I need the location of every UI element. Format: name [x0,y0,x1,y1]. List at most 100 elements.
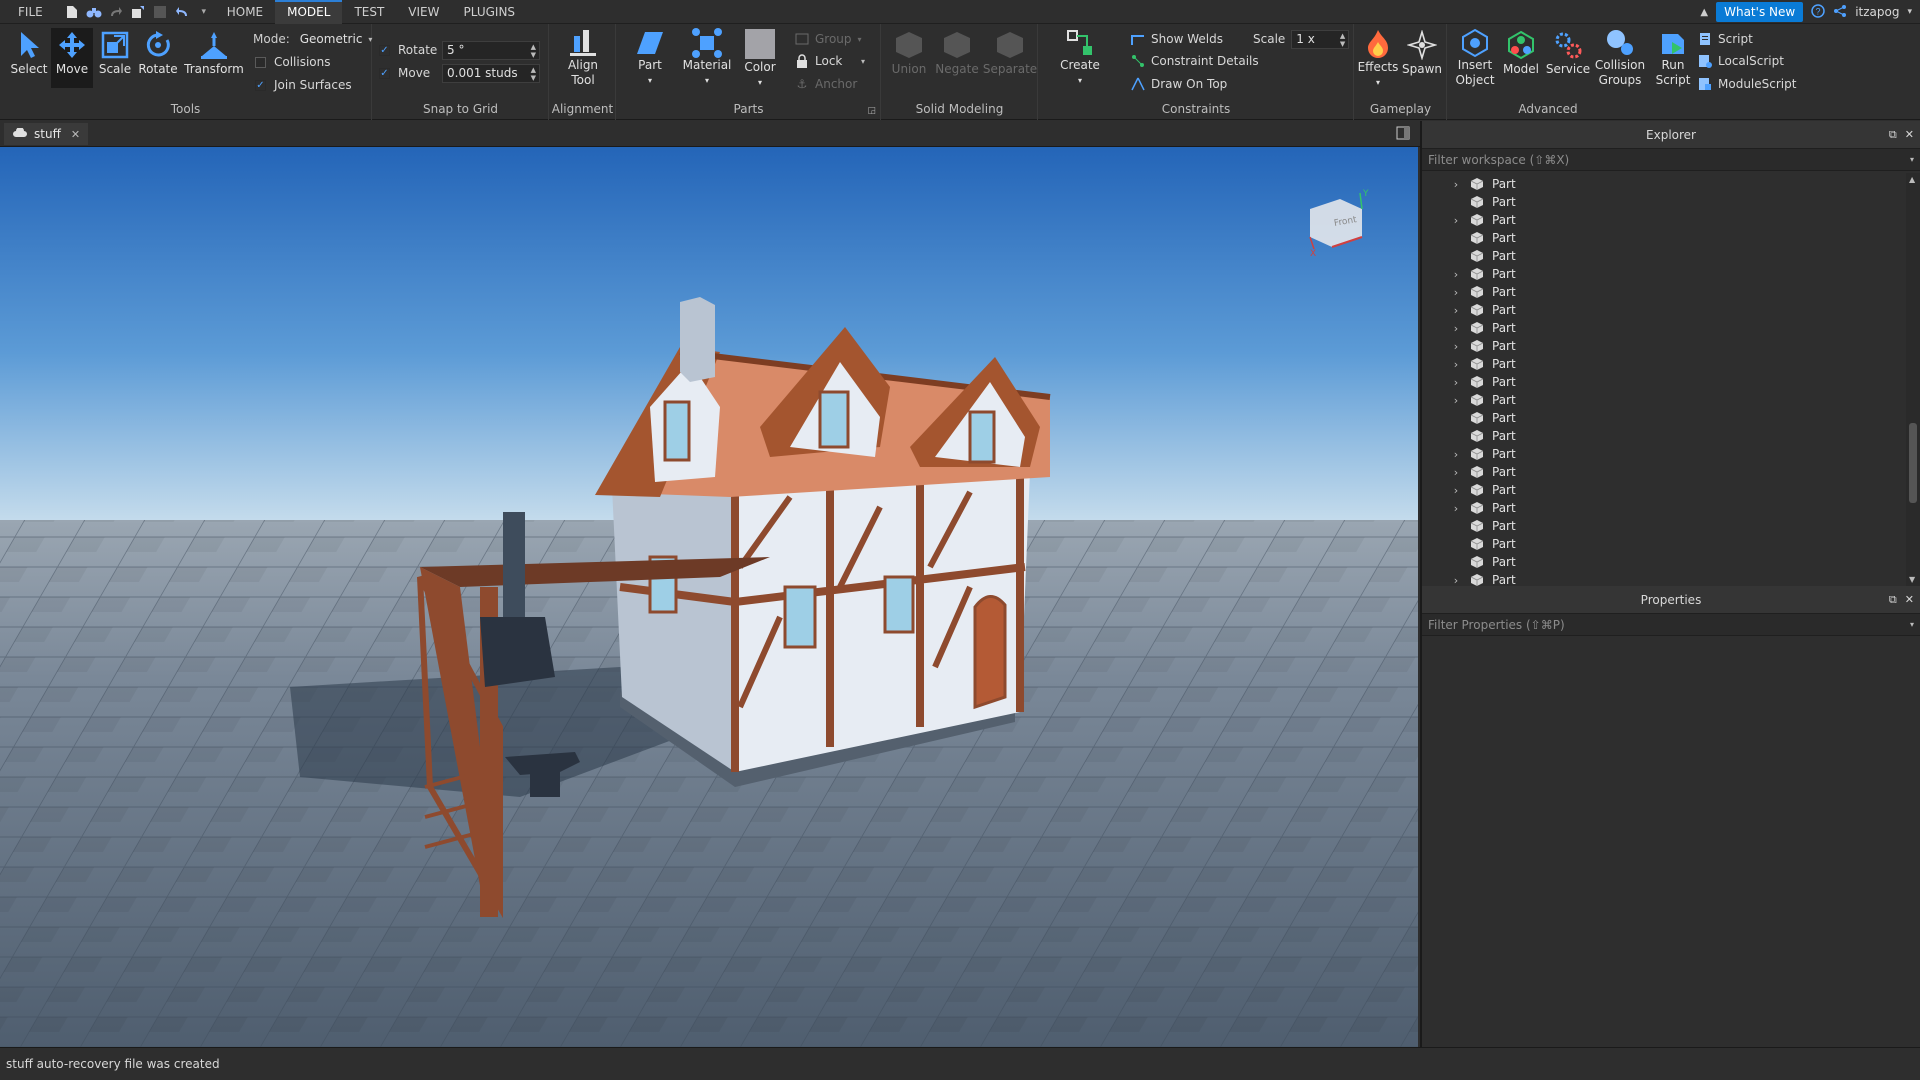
scale-tool-button[interactable]: Scale [94,28,136,88]
share-icon[interactable] [1833,4,1847,21]
view-cube[interactable]: Front X Y [1300,189,1370,259]
expand-chevron-icon[interactable]: › [1448,268,1464,281]
properties-filter-input[interactable]: Filter Properties (⇧⌘P) ▾ [1422,614,1920,636]
rotate-tool-button[interactable]: Rotate [137,28,179,88]
expand-chevron-icon[interactable]: › [1448,574,1464,587]
part-button[interactable]: Part ▾ [629,28,671,88]
snap-move-input[interactable]: 0.001 studs ▲ ▼ [442,63,540,83]
explorer-item-part[interactable]: Part [1422,427,1906,445]
whats-new-button[interactable]: What's New [1716,2,1804,22]
select-tool-button[interactable]: Select [8,28,50,88]
explorer-item-part[interactable]: › Part [1422,211,1906,229]
explorer-item-part[interactable]: › Part [1422,265,1906,283]
scroll-down-icon[interactable]: ▼ [1909,575,1915,584]
align-tool-button[interactable]: Align Tool [562,28,604,88]
union-button[interactable]: Union [888,28,930,88]
explorer-item-part[interactable]: › Part [1422,283,1906,301]
username-label[interactable]: itzapog [1855,5,1899,19]
tab-view[interactable]: VIEW [396,0,451,24]
expand-chevron-icon[interactable]: › [1448,502,1464,515]
tab-model[interactable]: MODEL [275,0,343,24]
properties-undock-icon[interactable]: ⧉ [1889,586,1897,614]
explorer-item-part[interactable]: › Part [1422,499,1906,517]
stop-icon[interactable] [152,4,168,20]
redo-arrow-icon[interactable] [108,4,124,20]
expand-chevron-icon[interactable]: › [1448,322,1464,335]
tab-home[interactable]: HOME [215,0,275,24]
tab-plugins[interactable]: PLUGINS [452,0,528,24]
expand-chevron-icon[interactable]: › [1448,340,1464,353]
transform-tool-button[interactable]: Transform [184,28,244,88]
expand-chevron-icon[interactable]: › [1448,484,1464,497]
toggle-panel-icon[interactable] [1396,126,1410,143]
explorer-item-part[interactable]: › Part [1422,355,1906,373]
expand-chevron-icon[interactable]: › [1448,214,1464,227]
create-constraint-button[interactable]: Create ▾ [1059,28,1101,88]
color-button[interactable]: Color ▾ [739,28,781,88]
binoculars-icon[interactable] [86,4,102,20]
explorer-item-part[interactable]: Part [1422,409,1906,427]
expand-chevron-icon[interactable]: › [1448,448,1464,461]
snap-rotate-spinner-icon[interactable]: ▲ ▼ [531,43,536,59]
collisions-row[interactable]: Collisions [255,52,331,72]
explorer-item-part[interactable]: › Part [1422,463,1906,481]
expand-chevron-icon[interactable]: › [1448,376,1464,389]
expand-chevron-icon[interactable]: › [1448,358,1464,371]
explorer-item-part[interactable]: Part [1422,517,1906,535]
explorer-item-part[interactable]: Part [1422,553,1906,571]
user-menu-chevron-icon[interactable]: ▾ [1907,7,1912,17]
help-icon[interactable]: ? [1811,3,1825,21]
explorer-item-part[interactable]: Part [1422,229,1906,247]
collapse-ribbon-icon[interactable]: ▲ [1700,7,1708,18]
move-tool-button[interactable]: Move [51,28,93,88]
expand-chevron-icon[interactable]: › [1448,304,1464,317]
expand-chevron-icon[interactable]: › [1448,178,1464,191]
constraint-scale-input[interactable]: 1 x ▲ ▼ [1291,29,1350,49]
snap-move-checkbox[interactable]: ✓ [379,67,390,79]
insert-object-button[interactable]: Insert Object [1454,28,1496,88]
effects-button[interactable]: Effects ▾ [1357,28,1399,88]
draw-on-top-row[interactable]: Draw On Top [1131,74,1227,94]
show-welds-row[interactable]: Show Welds [1131,29,1223,49]
separate-button[interactable]: Separate [983,28,1037,88]
file-menu[interactable]: FILE [0,0,61,24]
lock-row[interactable]: Lock ▾ [795,51,865,71]
join-surfaces-row[interactable]: ✓ Join Surfaces [255,75,352,95]
publish-icon[interactable] [130,4,146,20]
run-script-button[interactable]: Run Script [1652,28,1694,88]
explorer-item-part[interactable]: › Part [1422,445,1906,463]
collision-groups-button[interactable]: Collision Groups [1594,28,1646,88]
constraint-details-row[interactable]: Constraint Details [1131,51,1259,71]
snap-move-spinner-icon[interactable]: ▲ ▼ [531,66,536,82]
tab-test[interactable]: TEST [342,0,396,24]
explorer-item-part[interactable]: › Part [1422,301,1906,319]
script-row[interactable]: Script [1698,29,1753,49]
expand-chevron-icon[interactable]: › [1448,394,1464,407]
material-button[interactable]: Material ▾ [681,28,733,88]
explorer-item-part[interactable]: › Part [1422,337,1906,355]
3d-viewport[interactable]: Front X Y [0,147,1418,1047]
explorer-filter-dropdown-icon[interactable]: ▾ [1910,149,1914,171]
negate-button[interactable]: Negate [935,28,979,88]
expand-chevron-icon[interactable]: › [1448,466,1464,479]
customize-chevron-icon[interactable]: ▾ [196,4,212,20]
explorer-item-part[interactable]: › Part [1422,175,1906,193]
expand-chevron-icon[interactable]: › [1448,286,1464,299]
explorer-item-part[interactable]: › Part [1422,571,1906,586]
snap-rotate-input[interactable]: 5 ° ▲ ▼ [442,40,540,60]
service-button[interactable]: Service [1546,28,1590,88]
explorer-item-part[interactable]: › Part [1422,373,1906,391]
collisions-checkbox[interactable] [255,56,266,68]
explorer-item-part[interactable]: Part [1422,535,1906,553]
join-surfaces-checkbox[interactable]: ✓ [255,79,266,91]
properties-filter-dropdown-icon[interactable]: ▾ [1910,614,1914,636]
document-tab-stuff[interactable]: stuff ✕ [4,123,89,145]
explorer-scroll-thumb[interactable] [1909,423,1917,503]
new-file-icon[interactable] [64,4,80,20]
model-button[interactable]: Model [1500,28,1542,88]
properties-close-icon[interactable]: ✕ [1905,586,1914,614]
explorer-item-part[interactable]: › Part [1422,481,1906,499]
snap-rotate-checkbox[interactable]: ✓ [379,44,390,56]
close-tab-icon[interactable]: ✕ [71,128,80,141]
module-script-row[interactable]: ModuleScript [1698,74,1796,94]
